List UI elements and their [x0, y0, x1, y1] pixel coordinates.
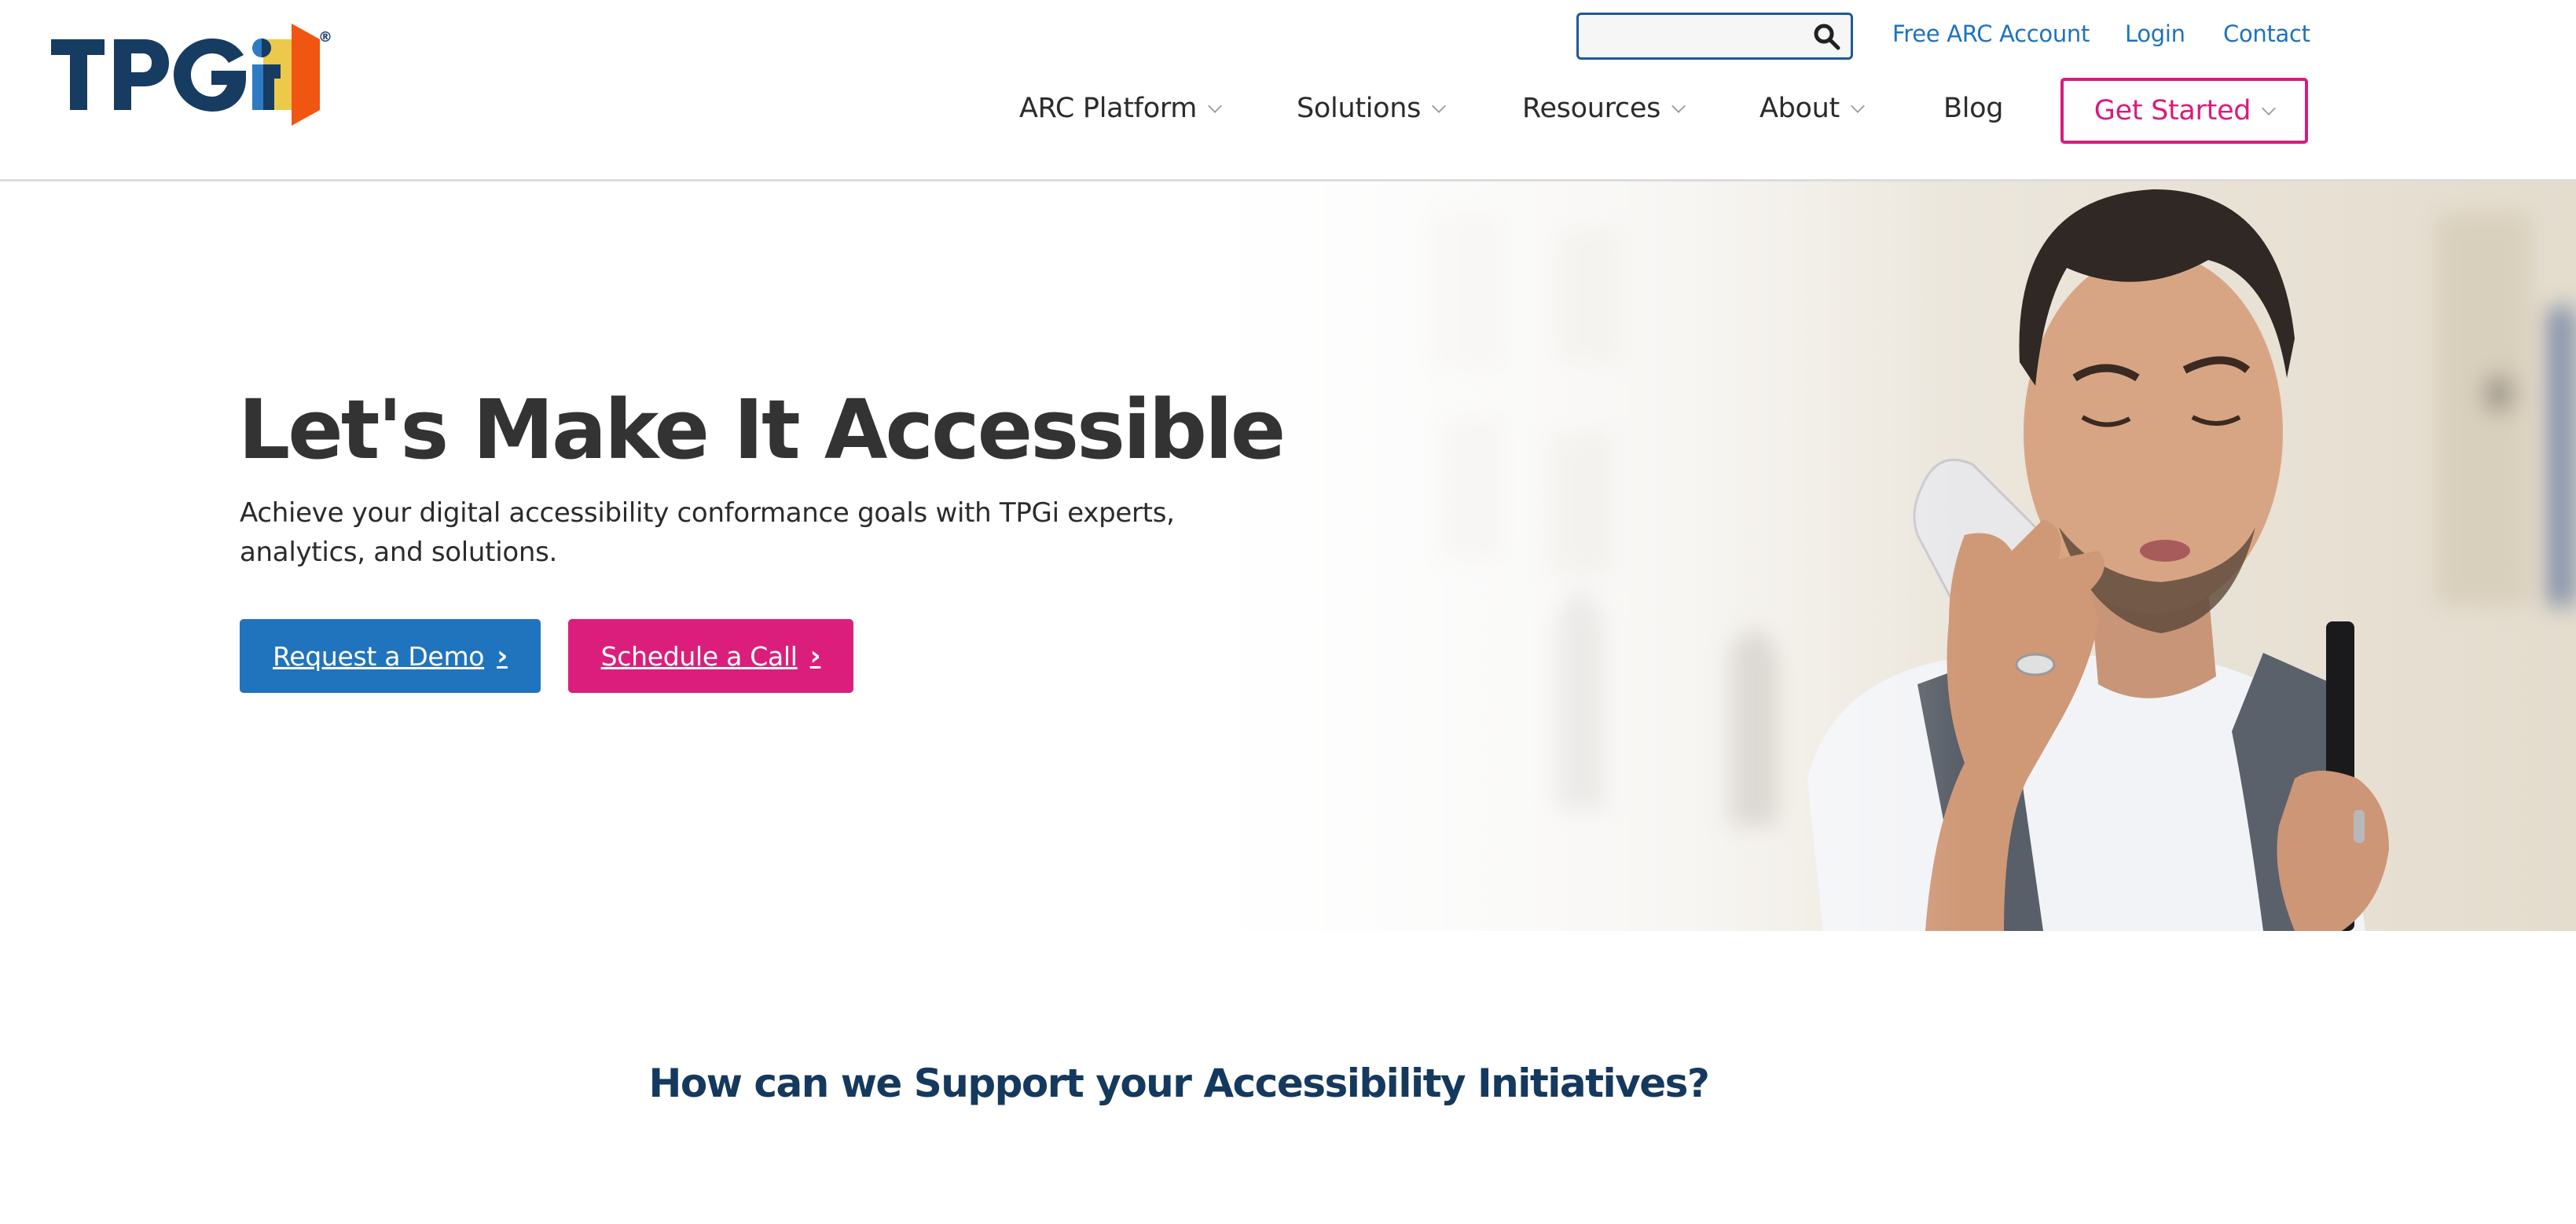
- schedule-call-button[interactable]: Schedule a Call ›: [568, 619, 853, 693]
- get-started-label: Get Started: [2093, 95, 2251, 126]
- hero-image: [1210, 181, 2576, 931]
- chevron-down-icon: [1671, 99, 1686, 113]
- nav-item-blog[interactable]: Blog: [1943, 93, 2003, 124]
- tpgi-logo[interactable]: [51, 24, 338, 130]
- section-heading: How can we Support your Accessibility In…: [648, 1061, 1710, 1106]
- tpgi-logo-mark: [51, 24, 320, 126]
- nav-item-resources[interactable]: Resources: [1522, 93, 1686, 124]
- nav-item-label: Solutions: [1297, 93, 1422, 124]
- request-demo-button[interactable]: Request a Demo ›: [240, 619, 541, 693]
- get-started-button[interactable]: Get Started: [2060, 78, 2308, 144]
- chevron-down-icon: [2262, 101, 2277, 115]
- chevron-down-icon: [1208, 99, 1223, 113]
- hero-photo-illustration: [1210, 181, 2576, 931]
- nav-item-label: Resources: [1522, 93, 1661, 124]
- chevron-right-icon: ›: [497, 640, 508, 672]
- registered-mark: ®: [318, 29, 332, 46]
- request-demo-label: Request a Demo: [273, 640, 485, 672]
- search-box: [1576, 13, 1853, 60]
- nav-item-label: About: [1760, 93, 1840, 124]
- contact-link[interactable]: Contact: [2223, 20, 2310, 47]
- search-icon: [1814, 24, 1840, 50]
- free-arc-account-link[interactable]: Free ARC Account: [1892, 20, 2090, 47]
- hero-subtitle: Achieve your digital accessibility confo…: [240, 497, 1175, 568]
- schedule-call-label: Schedule a Call: [600, 640, 798, 672]
- login-link[interactable]: Login: [2125, 20, 2185, 47]
- chevron-down-icon: [1432, 99, 1447, 113]
- hero-title: Let's Make It Accessible: [238, 382, 1286, 478]
- nav-item-arc-platform[interactable]: ARC Platform: [1019, 93, 1223, 124]
- nav-item-label: Blog: [1943, 93, 2004, 124]
- nav-item-about[interactable]: About: [1760, 93, 1865, 124]
- search-button[interactable]: [1813, 23, 1841, 51]
- chevron-down-icon: [1851, 99, 1865, 113]
- nav-item-solutions[interactable]: Solutions: [1297, 93, 1447, 124]
- site-header: ® Free ARC Account Login Contact ARC Pla…: [0, 0, 2576, 181]
- chevron-right-icon: ›: [809, 640, 821, 672]
- search-input[interactable]: [1579, 15, 1799, 57]
- nav-item-label: ARC Platform: [1019, 93, 1198, 124]
